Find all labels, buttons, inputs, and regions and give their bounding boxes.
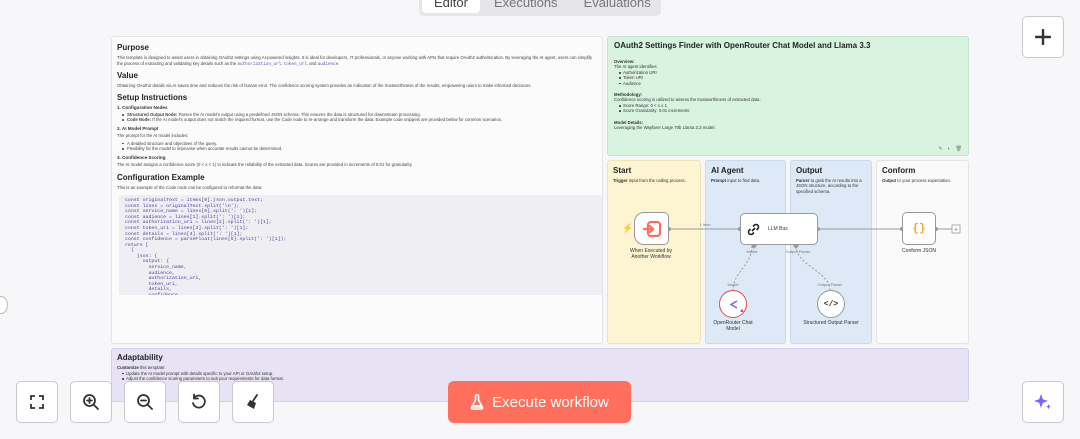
- conform-json-node[interactable]: {}: [902, 212, 936, 245]
- model-port-label-bottom: Model: [727, 282, 739, 287]
- tidy-up-button[interactable]: [232, 381, 274, 423]
- methodology-list: Score Range: 0 < x ≤ 1 Score Granularity…: [619, 103, 962, 114]
- setup-step-1: 1. Configuration Nodes: [117, 104, 168, 110]
- llm-bus-label: LLM Bus: [768, 226, 788, 232]
- setup-heading: Setup Instructions: [117, 92, 188, 102]
- value-text: Obtaining OAuth2 details via AI saves ti…: [117, 83, 532, 89]
- zoom-out-icon: [137, 394, 153, 410]
- sign-in-icon: [642, 220, 661, 237]
- fit-view-button[interactable]: [16, 381, 58, 423]
- execute-workflow-button[interactable]: Execute workflow: [448, 381, 631, 423]
- list-item: Score Granularity: 0.01 increments: [619, 108, 962, 113]
- setup-step-2-list: A detailed structure and objectives of t…: [122, 141, 597, 152]
- section-title: Start: [613, 166, 632, 175]
- purpose-text: This template is designed to assist user…: [117, 55, 592, 67]
- section-desc: Trigger input from the calling process.: [613, 178, 686, 183]
- setup-step-3-text: The AI model assigns a confidence score …: [117, 161, 413, 167]
- setup-step-3: 3. Confidence Scoring: [117, 154, 166, 160]
- overview-title: OAuth2 Settings Finder with OpenRouter C…: [614, 41, 871, 50]
- plus-icon: [1035, 29, 1051, 45]
- fullscreen-icon: [30, 395, 44, 409]
- section-title: AI Agent: [711, 166, 744, 175]
- chat-model-label: OpenRouter Chat Model: [713, 320, 753, 332]
- code-icon: </>: [823, 299, 839, 309]
- undo-icon: [192, 393, 206, 409]
- flask-icon: [470, 394, 484, 410]
- trigger-node[interactable]: [634, 212, 669, 245]
- llm-bus-node[interactable]: LLM Bus: [740, 213, 818, 245]
- list-item: Code Node: If the AI model's output does…: [122, 117, 597, 123]
- sparkle-icon: [1034, 394, 1051, 410]
- router-icon: [729, 299, 737, 309]
- list-item: Audience: [619, 81, 962, 86]
- tab-evaluations[interactable]: Evaluations: [572, 0, 663, 13]
- delete-icon[interactable]: 🗑: [956, 146, 962, 152]
- bolt-icon: ⚡: [622, 223, 634, 233]
- trigger-node-label: When Executed by Another Workflow: [630, 248, 672, 260]
- sticky-note-overview[interactable]: OAuth2 Settings Finder with OpenRouter C…: [607, 36, 969, 156]
- add-node-button[interactable]: [1022, 16, 1064, 58]
- section-desc: Parser to grab the AI results into a JSO…: [796, 178, 862, 194]
- reset-zoom-button[interactable]: [178, 381, 220, 423]
- list-item: Flexibility for the model to improvise w…: [122, 146, 597, 152]
- zoom-in-button[interactable]: [70, 381, 112, 423]
- tab-executions[interactable]: Executions: [482, 0, 570, 13]
- tab-editor[interactable]: Editor: [422, 0, 480, 13]
- adaptability-title: Adaptability: [117, 353, 163, 362]
- ai-assistant-button[interactable]: [1022, 381, 1064, 423]
- value-heading: Value: [117, 71, 138, 81]
- broom-icon: [247, 394, 258, 409]
- section-title: Conform: [882, 166, 916, 175]
- warning-icon: ▲: [739, 308, 745, 314]
- section-desc: Output to your process expectation.: [882, 178, 952, 183]
- sticky-note-documentation[interactable]: Purpose This template is designed to ass…: [111, 36, 603, 344]
- code-example: const originalText = items[0].json.outpu…: [119, 194, 602, 295]
- view-tabs: Editor Executions Evaluations: [419, 0, 661, 16]
- setup-step-2: 2. AI Model Prompt: [117, 125, 159, 131]
- parser-node-label: Structured Output Parser: [803, 320, 859, 326]
- section-title: Output: [796, 166, 823, 175]
- note-tools: ✎ ◐ 🗑: [938, 146, 962, 152]
- setup-step-2-text: The prompt for the AI model includes:: [117, 132, 189, 138]
- edge-label: 1 item: [699, 222, 711, 227]
- purpose-heading: Purpose: [117, 43, 150, 52]
- model-text: Leveraging the Wayfarer Large 70b Llama …: [614, 125, 716, 131]
- conform-node-label: Conform JSON: [902, 248, 936, 254]
- config-text: This is an example of the Code node can …: [117, 185, 263, 191]
- parser-port-label-bottom: Output Parser: [817, 282, 843, 287]
- setup-step-1-list: Structured Output Node: Parses the AI mo…: [122, 112, 597, 123]
- execute-workflow-label: Execute workflow: [492, 393, 609, 411]
- structured-output-parser-node[interactable]: </>: [817, 290, 845, 318]
- config-heading: Configuration Example: [117, 173, 205, 183]
- model-port-label: Model: [746, 249, 758, 254]
- section-desc: Prompt input to find data.: [711, 178, 761, 183]
- code-braces-icon: {}: [912, 222, 926, 235]
- parser-port-label: Output Parser: [785, 249, 811, 254]
- link-icon: [747, 223, 760, 235]
- edit-icon[interactable]: ✎: [938, 146, 942, 152]
- zoom-in-icon: [83, 394, 99, 410]
- left-panel-handle[interactable]: [0, 296, 8, 314]
- zoom-out-button[interactable]: [124, 381, 166, 423]
- overview-list: Authorization URI Token URI Audience: [619, 70, 962, 86]
- color-icon[interactable]: ◐: [948, 146, 951, 152]
